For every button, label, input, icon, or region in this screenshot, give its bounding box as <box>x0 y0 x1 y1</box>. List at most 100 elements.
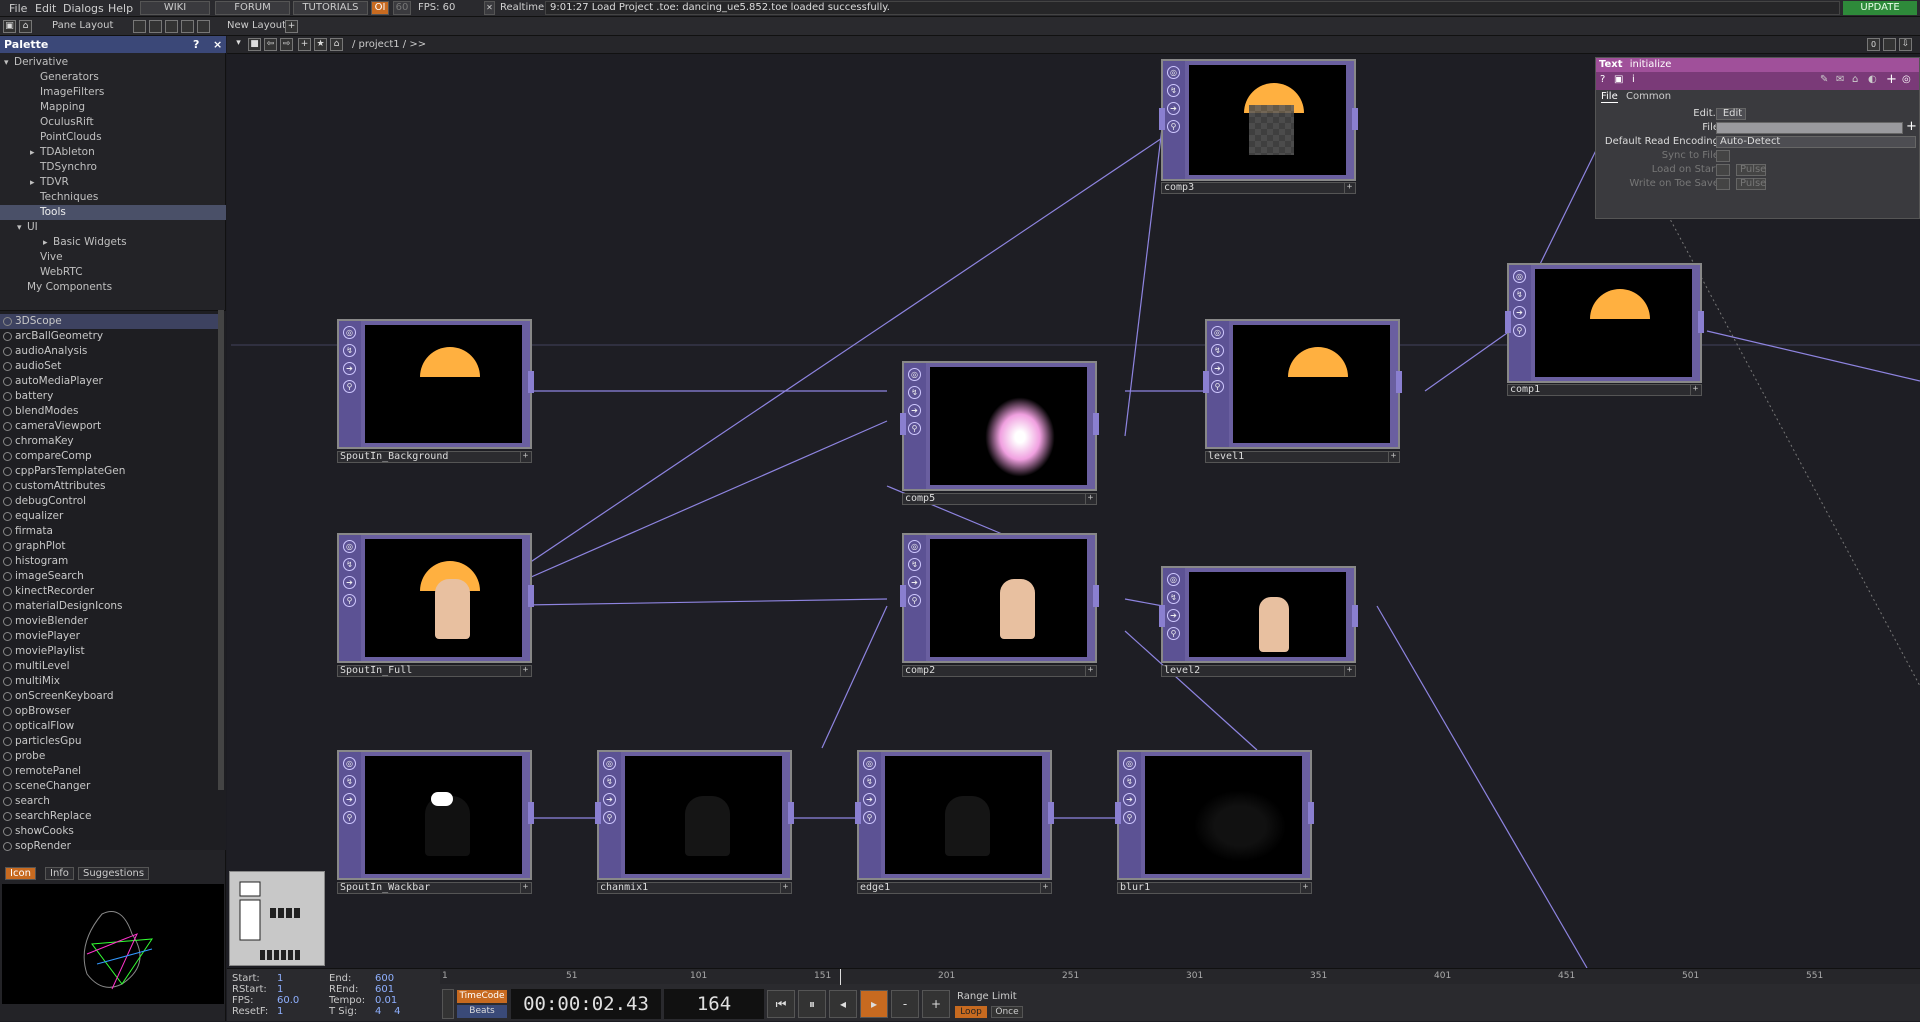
component-item[interactable]: imageSearch <box>0 569 218 584</box>
node-comp1[interactable]: ◎ ↯ ➔ ⚲ <box>1505 263 1704 383</box>
network-thumbnail[interactable] <box>229 871 325 966</box>
realtime-checkbox[interactable]: ✕ <box>484 1 495 15</box>
once-button[interactable]: Once <box>991 1006 1023 1018</box>
step-plus-button[interactable]: + <box>922 990 950 1018</box>
component-item[interactable]: battery <box>0 389 218 404</box>
component-item[interactable]: debugControl <box>0 494 218 509</box>
node-label-level1[interactable]: level1 + <box>1205 451 1400 463</box>
component-item[interactable]: materialDesignIcons <box>0 599 218 614</box>
node-label-chanmix1[interactable]: chanmix1 + <box>597 882 792 894</box>
palette-tree-item[interactable]: My Components <box>0 280 226 295</box>
component-item[interactable]: opBrowser <box>0 704 218 719</box>
component-item[interactable]: remotePanel <box>0 764 218 779</box>
component-item[interactable]: audioAnalysis <box>0 344 218 359</box>
component-item[interactable]: showCooks <box>0 824 218 839</box>
palette-tree-item[interactable]: Vive <box>0 250 226 265</box>
palette-tree-item[interactable]: Techniques <box>0 190 226 205</box>
component-item[interactable]: multiMix <box>0 674 218 689</box>
node-edge1[interactable]: ◎ ↯ ➔ ⚲ <box>855 750 1054 880</box>
param-load-pulse[interactable]: Pulse <box>1736 164 1766 176</box>
param-encoding-select[interactable]: Auto-Detect <box>1716 136 1916 148</box>
component-item[interactable]: sceneChanger <box>0 779 218 794</box>
component-item[interactable]: sopRender <box>0 839 218 854</box>
menu-help[interactable]: Help <box>108 2 133 15</box>
node-spoutin-full[interactable]: ◎ ↯ ➔ ⚲ <box>337 533 534 663</box>
add-layout-icon[interactable]: + <box>285 20 298 33</box>
component-item[interactable]: arcBallGeometry <box>0 329 218 344</box>
timeline-side-toggle[interactable] <box>442 989 454 1019</box>
param-edit-button[interactable]: Edit <box>1716 108 1746 120</box>
param-tab-file[interactable]: File <box>1601 91 1618 103</box>
palette-tree-item[interactable]: ▾ UI <box>0 220 226 235</box>
param-load-toggle[interactable] <box>1716 164 1730 176</box>
node-label-comp1[interactable]: comp1 + <box>1507 384 1702 396</box>
tree-expand-icon[interactable]: ▸ <box>43 236 53 251</box>
param-tag-icon[interactable]: ⌂ <box>1852 74 1858 85</box>
node-spoutin-wackbar[interactable]: ◎ ↯ ➔ ⚲ <box>337 750 534 880</box>
beats-button[interactable]: Beats <box>457 1005 507 1018</box>
palette-tree-item[interactable]: PointClouds <box>0 130 226 145</box>
wiki-button[interactable]: WIKI <box>140 1 210 15</box>
menu-file[interactable]: File <box>9 2 27 15</box>
node-label-edge1[interactable]: edge1 + <box>857 882 1052 894</box>
palette-tree-item[interactable]: ▸ Basic Widgets <box>0 235 226 250</box>
stat-resetf[interactable]: 1 <box>277 1006 283 1017</box>
tab-suggestions[interactable]: Suggestions <box>78 867 150 880</box>
oi-button[interactable]: OI <box>371 1 389 15</box>
palette-tree-item[interactable]: ImageFilters <box>0 85 226 100</box>
loop-button[interactable]: Loop <box>955 1006 987 1018</box>
tree-expand-icon[interactable]: ▾ <box>4 56 14 71</box>
palette-tree-item[interactable]: Tools <box>0 205 226 220</box>
node-label-spoutin-wackbar[interactable]: SpoutIn_Wackbar + <box>337 882 532 894</box>
timecode-display[interactable]: 00:00:02.43 <box>511 989 661 1019</box>
param-add-icon[interactable]: + <box>1886 72 1897 87</box>
component-list-scrollbar[interactable] <box>218 310 224 790</box>
component-item[interactable]: blendModes <box>0 404 218 419</box>
timeline-ruler[interactable]: 1 51 101 151 201 251 301 351 401 451 501 551 <box>440 968 1920 985</box>
rewind-button[interactable]: ⏮ <box>767 990 795 1018</box>
node-blur1[interactable]: ◎ ↯ ➔ ⚲ <box>1115 750 1314 880</box>
pane-icon[interactable]: ▣ <box>3 20 16 33</box>
node-label-level2[interactable]: level2 + <box>1161 665 1356 677</box>
stat-end[interactable]: 600 <box>375 973 394 984</box>
node-label-comp2[interactable]: comp2 + <box>902 665 1097 677</box>
component-item[interactable]: cppParsTemplateGen <box>0 464 218 479</box>
layout-split-h-icon[interactable] <box>149 20 162 33</box>
stat-rstart[interactable]: 1 <box>277 984 283 995</box>
palette-close-icon[interactable]: × <box>213 36 222 53</box>
node-comp5[interactable]: ◎ ↯ ➔ ⚲ <box>900 361 1099 491</box>
param-op-name[interactable]: initialize <box>1630 59 1672 70</box>
tree-expand-icon[interactable]: ▸ <box>30 176 40 191</box>
playhead[interactable] <box>840 969 841 985</box>
component-item[interactable]: compareComp <box>0 449 218 464</box>
menu-edit[interactable]: Edit <box>35 2 56 15</box>
component-item[interactable]: kinectRecorder <box>0 584 218 599</box>
component-item[interactable]: chromaKey <box>0 434 218 449</box>
component-item[interactable]: multiLevel <box>0 659 218 674</box>
component-item[interactable]: onScreenKeyboard <box>0 689 218 704</box>
component-item[interactable]: searchReplace <box>0 809 218 824</box>
palette-tree-item[interactable]: OculusRift <box>0 115 226 130</box>
component-item[interactable]: moviePlayer <box>0 629 218 644</box>
component-item[interactable]: autoMediaPlayer <box>0 374 218 389</box>
component-item[interactable]: movieBlender <box>0 614 218 629</box>
pause-button[interactable]: ⏸ <box>798 990 826 1018</box>
param-file-field[interactable] <box>1716 122 1903 134</box>
stat-rend[interactable]: 601 <box>375 984 394 995</box>
timecode-button[interactable]: TimeCode <box>457 990 507 1003</box>
component-item[interactable]: audioSet <box>0 359 218 374</box>
stat-tsig[interactable]: 4 4 <box>375 1006 400 1017</box>
new-layout-label[interactable]: New Layout <box>227 20 286 31</box>
component-item[interactable]: 3DScope <box>0 314 218 329</box>
param-target-icon[interactable]: ◎ <box>1902 74 1911 85</box>
stat-fps[interactable]: 60.0 <box>277 995 299 1006</box>
node-label-spoutin-background[interactable]: SpoutIn_Background + <box>337 451 532 463</box>
node-label-comp5[interactable]: comp5 + <box>902 493 1097 505</box>
play-button[interactable]: ▸ <box>860 990 888 1018</box>
component-item[interactable]: equalizer <box>0 509 218 524</box>
node-label-comp3[interactable]: comp3 + <box>1161 182 1356 194</box>
layout-triple-icon[interactable] <box>197 20 210 33</box>
layout-quad-icon[interactable] <box>181 20 194 33</box>
param-edit-icon[interactable]: ✎ <box>1820 74 1828 85</box>
step-back-button[interactable]: ◂ <box>829 990 857 1018</box>
